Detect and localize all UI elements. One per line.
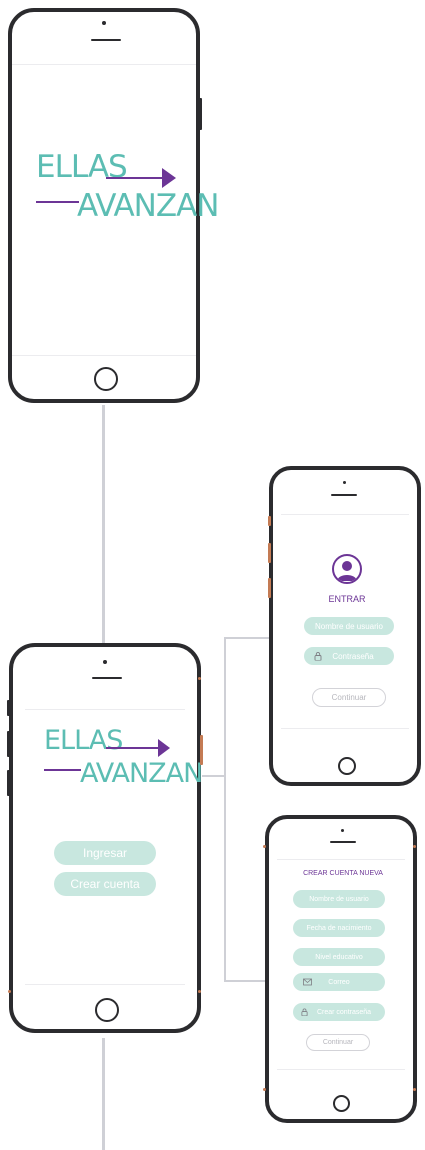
- register-phone: CREAR CUENTA NUEVA Nombre de usuario Fec…: [265, 815, 417, 1123]
- screen-top-edge: [25, 709, 185, 710]
- front-camera: [341, 829, 344, 832]
- create-account-button[interactable]: Crear cuenta: [54, 872, 156, 896]
- front-camera: [102, 21, 106, 25]
- connector-to-register: [224, 980, 266, 982]
- frame-accent-dot: [413, 1088, 416, 1091]
- frame-accent-dot: [8, 990, 11, 993]
- ellas-avanzan-logo: ELLAS AVANZAN: [44, 725, 203, 797]
- front-camera: [103, 660, 107, 664]
- frame-accent-dot: [263, 1088, 266, 1091]
- logo-arrow-icon: [162, 168, 176, 188]
- logo-word-avanzan: AVANZAN: [77, 188, 219, 224]
- lock-icon: [314, 652, 322, 661]
- splash-phone: ELLAS AVANZAN: [8, 8, 219, 403]
- ellas-avanzan-logo: ELLAS AVANZAN: [36, 152, 219, 232]
- frame-accent-dot: [198, 677, 201, 680]
- power-button: [200, 735, 203, 765]
- screen-bottom-edge: [281, 728, 409, 729]
- register-field[interactable]: Nivel educativo: [293, 948, 385, 966]
- email-placeholder: Correo: [328, 978, 350, 986]
- volume-down-button: [7, 770, 10, 796]
- screen-top-edge: [12, 64, 196, 65]
- frame-accent-dot: [263, 845, 266, 848]
- login-button[interactable]: Ingresar: [54, 841, 156, 865]
- logo-underline: [36, 201, 79, 203]
- username-field[interactable]: Nombre de usuario: [304, 617, 394, 635]
- volume-up-button: [7, 731, 10, 757]
- create-password-placeholder: Crear contraseña: [316, 1008, 372, 1016]
- home-phone: ELLAS AVANZAN Ingresar Crear cuenta: [9, 643, 203, 1033]
- screen-bottom-edge: [12, 355, 196, 356]
- frame-accent-dot: [413, 845, 416, 848]
- earpiece-speaker: [92, 677, 122, 679]
- connector-home-out: [202, 775, 226, 777]
- home-button[interactable]: [338, 757, 356, 775]
- side-button: [268, 516, 271, 526]
- logo-word-ellas: ELLAS: [44, 725, 123, 756]
- continue-button[interactable]: Continuar: [312, 688, 386, 707]
- login-phone: ENTRAR Nombre de usuario Contraseña Cont…: [269, 466, 421, 786]
- connector-to-login: [224, 637, 270, 639]
- create-password-field[interactable]: Crear contraseña: [293, 1003, 385, 1021]
- screen-bottom-edge: [277, 1069, 405, 1070]
- continue-button[interactable]: Continuar: [306, 1034, 370, 1051]
- side-button: [268, 578, 271, 598]
- register-field[interactable]: Fecha de nacimiento: [293, 919, 385, 937]
- earpiece-speaker: [330, 841, 356, 843]
- power-button: [199, 98, 202, 130]
- connector-splash-to-home: [102, 405, 105, 643]
- screen-top-edge: [277, 859, 405, 860]
- screen-bottom-edge: [25, 984, 185, 985]
- login-title: ENTRAR: [328, 594, 366, 604]
- connector-branch-vertical: [224, 637, 226, 981]
- earpiece-speaker: [331, 494, 357, 496]
- side-button: [268, 543, 271, 563]
- frame-accent-dot: [198, 990, 201, 993]
- logo-word-avanzan: AVANZAN: [80, 758, 203, 789]
- screen-top-edge: [281, 514, 409, 515]
- earpiece-speaker: [91, 39, 121, 41]
- home-button[interactable]: [333, 1095, 350, 1112]
- register-title: CREAR CUENTA NUEVA: [303, 870, 383, 877]
- logo-arrow-shaft: [106, 177, 164, 179]
- logo-underline: [44, 769, 81, 771]
- user-icon: [337, 561, 357, 581]
- envelope-icon: [303, 978, 312, 986]
- home-button[interactable]: [95, 998, 119, 1022]
- logo-arrow-icon: [158, 739, 170, 757]
- password-placeholder: Contraseña: [332, 651, 374, 661]
- mute-switch: [7, 700, 10, 716]
- avatar: [332, 554, 362, 584]
- email-field[interactable]: Correo: [293, 973, 385, 991]
- home-button[interactable]: [94, 367, 118, 391]
- password-field[interactable]: Contraseña: [304, 647, 394, 665]
- lock-icon: [301, 1008, 308, 1016]
- logo-arrow-shaft: [106, 747, 160, 749]
- connector-home-continues: [102, 1038, 105, 1150]
- register-field[interactable]: Nombre de usuario: [293, 890, 385, 908]
- front-camera: [343, 481, 346, 484]
